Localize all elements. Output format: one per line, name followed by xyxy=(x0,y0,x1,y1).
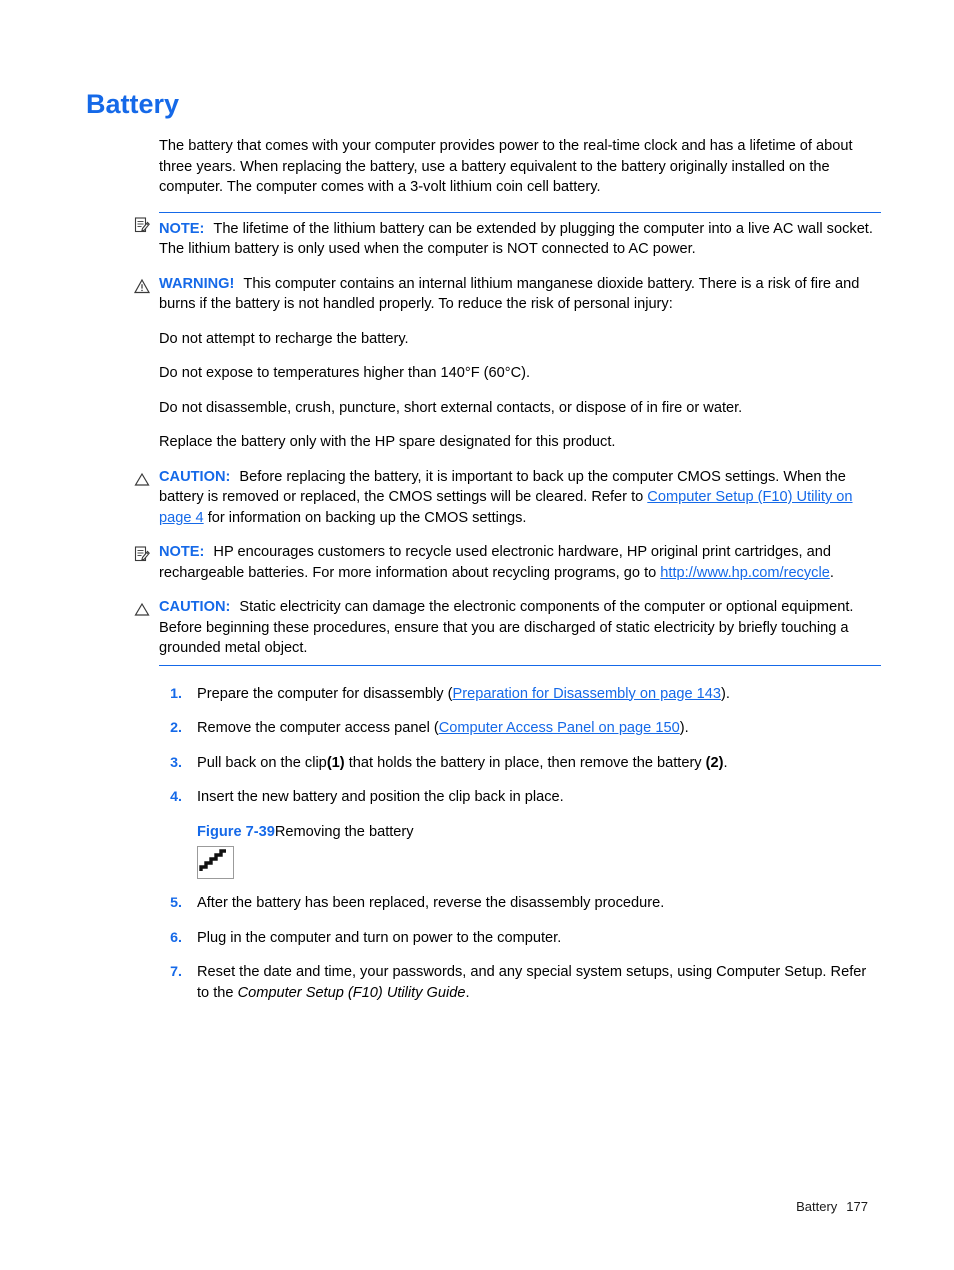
step-item: 2. Remove the computer access panel (Com… xyxy=(159,718,881,739)
caution-triangle-icon xyxy=(133,600,151,618)
caution-text-2: CAUTION: Static electricity can damage th… xyxy=(159,599,853,656)
caution-label-1: CAUTION: xyxy=(159,468,231,485)
intro-paragraph: The battery that comes with your compute… xyxy=(159,138,853,195)
step-item: 1. Prepare the computer for disassembly … xyxy=(159,684,881,705)
caution-block-2: CAUTION: Static electricity can damage th… xyxy=(134,597,881,666)
step-text: Insert the new battery and position the … xyxy=(197,789,564,805)
page-footer: Battery 177 xyxy=(796,1199,868,1214)
note-label-2: NOTE: xyxy=(159,544,205,560)
step-item: 5. After the battery has been replaced, … xyxy=(159,893,881,914)
caution-text-1: CAUTION: Before replacing the battery, it… xyxy=(159,469,853,526)
step-text: Plug in the computer and turn on power t… xyxy=(197,929,562,946)
step-text-after: . xyxy=(723,754,728,771)
guide-title: Computer Setup (F10) Utility Guide xyxy=(237,984,466,1001)
note-body-1: The lifetime of the lithium battery can … xyxy=(159,220,873,258)
figure-caption: Figure 7-39Removing the battery xyxy=(197,822,881,843)
figure-caption-text: Removing the battery xyxy=(274,823,414,840)
figure-number: Figure 7-39 xyxy=(197,823,275,840)
step-item: 7. Reset the date and time, your passwor… xyxy=(159,962,881,1003)
footer-page-number: 177 xyxy=(846,1199,868,1214)
step-number: 3. xyxy=(170,754,182,771)
step-text-before: Prepare the computer for disassembly ( xyxy=(197,685,453,702)
step-item: 4. Insert the new battery and position t… xyxy=(159,787,881,808)
warning-item-2: Do not disassemble, crush, puncture, sho… xyxy=(159,399,743,416)
step-text-mid: that holds the battery in place, then re… xyxy=(344,754,706,771)
warning-block: WARNING! This computer contains an intern… xyxy=(133,274,881,315)
footer-section-label: Battery xyxy=(796,1199,838,1214)
step-item: 3. Pull back on the clip(1) that holds t… xyxy=(159,753,881,774)
note-block-1: NOTE: The lifetime of the lithium battery… xyxy=(134,211,881,260)
note-body-2-after: . xyxy=(829,564,834,581)
broken-image-placeholder-icon xyxy=(197,846,234,879)
step-item: 6. Plug in the computer and turn on powe… xyxy=(159,928,881,949)
step-text: After the battery has been replaced, rev… xyxy=(197,895,665,911)
step-text-before: Remove the computer access panel ( xyxy=(197,720,439,736)
warning-item-3: Replace the battery only with the HP spa… xyxy=(159,434,616,450)
note-block-2: NOTE: HP encourages customers to recycle … xyxy=(134,542,881,583)
callout-ref-1: (1) xyxy=(326,754,345,771)
step-text-after: ). xyxy=(679,720,689,736)
caution-body-1-after: for information on backing up the CMOS s… xyxy=(203,509,527,526)
note-icon xyxy=(133,545,151,563)
caution-body-2: Static electricity can damage the electr… xyxy=(159,599,854,656)
link-hp-recycle[interactable]: http://www.hp.com/recycle xyxy=(660,565,830,581)
procedure-steps-second: 5. After the battery has been replaced, … xyxy=(159,893,881,1003)
caution-triangle-icon xyxy=(133,470,151,488)
procedure-steps-first: 1. Prepare the computer for disassembly … xyxy=(159,684,881,808)
step-number: 4. xyxy=(170,789,182,805)
note-text-1: NOTE: The lifetime of the lithium battery… xyxy=(159,221,873,258)
warning-triangle-icon xyxy=(133,277,151,295)
caution-block-1: CAUTION: Before replacing the battery, it… xyxy=(134,467,881,529)
step-text-before: Pull back on the clip xyxy=(197,754,327,771)
caution-label-2: CAUTION: xyxy=(159,599,231,615)
warning-item-1: Do not expose to temperatures higher tha… xyxy=(159,365,531,381)
page-title: Battery xyxy=(86,89,180,119)
step-number: 7. xyxy=(170,964,182,980)
document-page: Battery The battery that comes with your… xyxy=(0,0,954,1270)
step-text-after: . xyxy=(465,984,470,1001)
warning-text: WARNING! This computer contains an intern… xyxy=(159,276,859,313)
step-number: 5. xyxy=(170,895,182,911)
step-number: 6. xyxy=(170,929,182,946)
link-preparation-for-disassembly[interactable]: Preparation for Disassembly on page 143 xyxy=(453,686,722,702)
callout-ref-2: (2) xyxy=(705,754,724,771)
document-body: The battery that comes with your compute… xyxy=(133,136,881,1017)
step-number: 2. xyxy=(170,720,182,736)
note-label-1: NOTE: xyxy=(159,220,205,237)
note-icon xyxy=(133,216,151,234)
warning-body: This computer contains an internal lithi… xyxy=(159,275,860,313)
step-number: 1. xyxy=(170,685,182,702)
figure-block: Figure 7-39Removing the battery xyxy=(159,822,881,879)
step-text-after: ). xyxy=(721,685,730,702)
link-computer-access-panel[interactable]: Computer Access Panel on page 150 xyxy=(439,720,680,736)
warning-item-0: Do not attempt to recharge the battery. xyxy=(159,330,409,347)
note-text-2: NOTE: HP encourages customers to recycle … xyxy=(159,544,834,581)
warning-label: WARNING! xyxy=(159,275,235,292)
